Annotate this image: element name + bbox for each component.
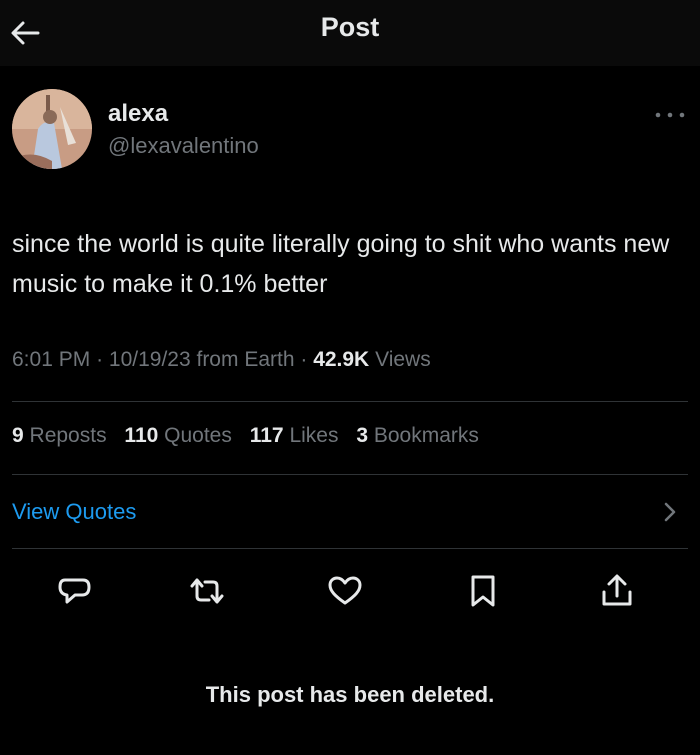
engagement-stats: 9 Reposts 110 Quotes 117 Likes 3 Bookmar… [12,424,491,448]
deleted-notice: This post has been deleted. [205,682,495,707]
meta-separator: · [300,348,314,371]
bookmarks-stat[interactable]: 3 Bookmarks [356,424,479,447]
likes-count: 117 [249,424,284,447]
divider [12,548,688,549]
repost-icon[interactable] [188,572,226,610]
divider [12,401,688,402]
page-title: Post [320,12,380,42]
quotes-label: Quotes [164,424,232,447]
author-handle[interactable]: @lexavalentino [108,133,259,159]
post-meta: 6:01 PM · 10/19/23 from Earth · 42.9K Vi… [12,348,431,372]
reposts-label: Reposts [29,424,107,447]
reply-icon[interactable] [55,572,93,610]
top-bar: Post [0,0,700,66]
reposts-count: 9 [12,424,24,447]
avatar[interactable] [12,89,92,169]
quotes-count: 110 [124,424,159,447]
bookmark-icon[interactable] [464,572,502,610]
view-quotes-link[interactable]: View Quotes [12,499,136,525]
likes-label: Likes [289,424,339,447]
post-time[interactable]: 6:01 PM [12,348,90,371]
post-text: since the world is quite literally going… [12,230,670,298]
views-count: 42.9K [313,348,370,371]
like-icon[interactable] [326,572,364,610]
post-source: from Earth [196,348,295,371]
more-options-icon[interactable] [652,108,688,122]
bookmarks-label: Bookmarks [373,424,479,447]
chevron-right-icon[interactable] [660,500,680,524]
likes-stat[interactable]: 117 Likes [250,424,339,447]
quotes-stat[interactable]: 110 Quotes [124,424,231,447]
share-icon[interactable] [598,572,636,610]
meta-separator: · [96,348,109,371]
reposts-stat[interactable]: 9 Reposts [12,424,107,447]
views-label: Views [375,348,431,371]
bookmarks-count: 3 [356,424,369,447]
post-date[interactable]: 10/19/23 [109,348,191,371]
divider [12,474,688,475]
author-name[interactable]: alexa [108,100,168,128]
